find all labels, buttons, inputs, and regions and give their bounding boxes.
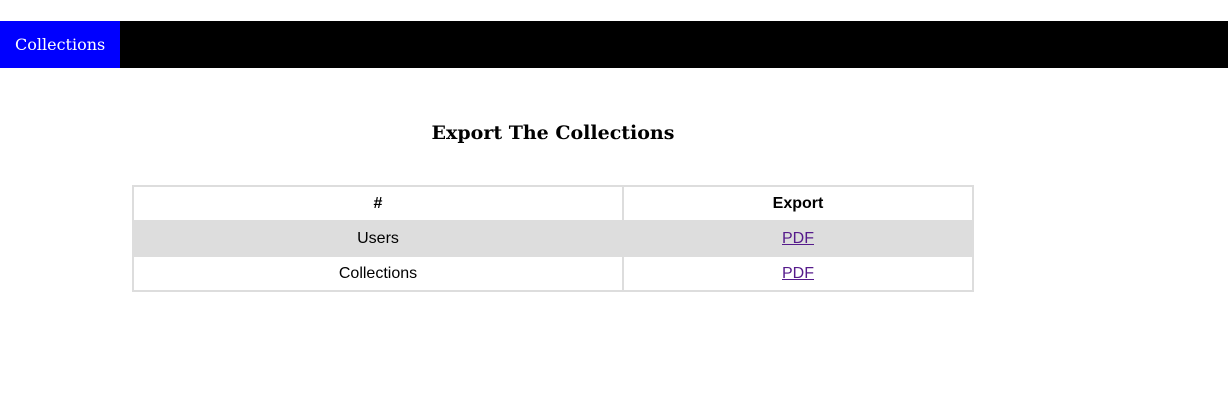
table-cell-name: Users xyxy=(132,220,624,257)
export-table: # Export Users PDF Collections PDF xyxy=(132,185,974,292)
table-cell-name: Collections xyxy=(132,255,624,292)
table-cell-export: PDF xyxy=(622,220,974,257)
nav-item-collections[interactable]: Collections xyxy=(0,21,121,68)
table-row: Users PDF xyxy=(132,220,974,257)
column-header-number: # xyxy=(132,185,624,222)
table-cell-export: PDF xyxy=(622,255,974,292)
table-header-row: # Export xyxy=(132,185,974,222)
export-pdf-link-users[interactable]: PDF xyxy=(782,230,814,247)
table-row: Collections PDF xyxy=(132,255,974,292)
top-navbar: Collections xyxy=(0,21,1228,68)
page-title: Export The Collections xyxy=(431,122,675,144)
column-header-export: Export xyxy=(622,185,974,222)
cutoff-page-title: ​ xyxy=(0,0,1228,10)
export-pdf-link-collections[interactable]: PDF xyxy=(782,265,814,282)
